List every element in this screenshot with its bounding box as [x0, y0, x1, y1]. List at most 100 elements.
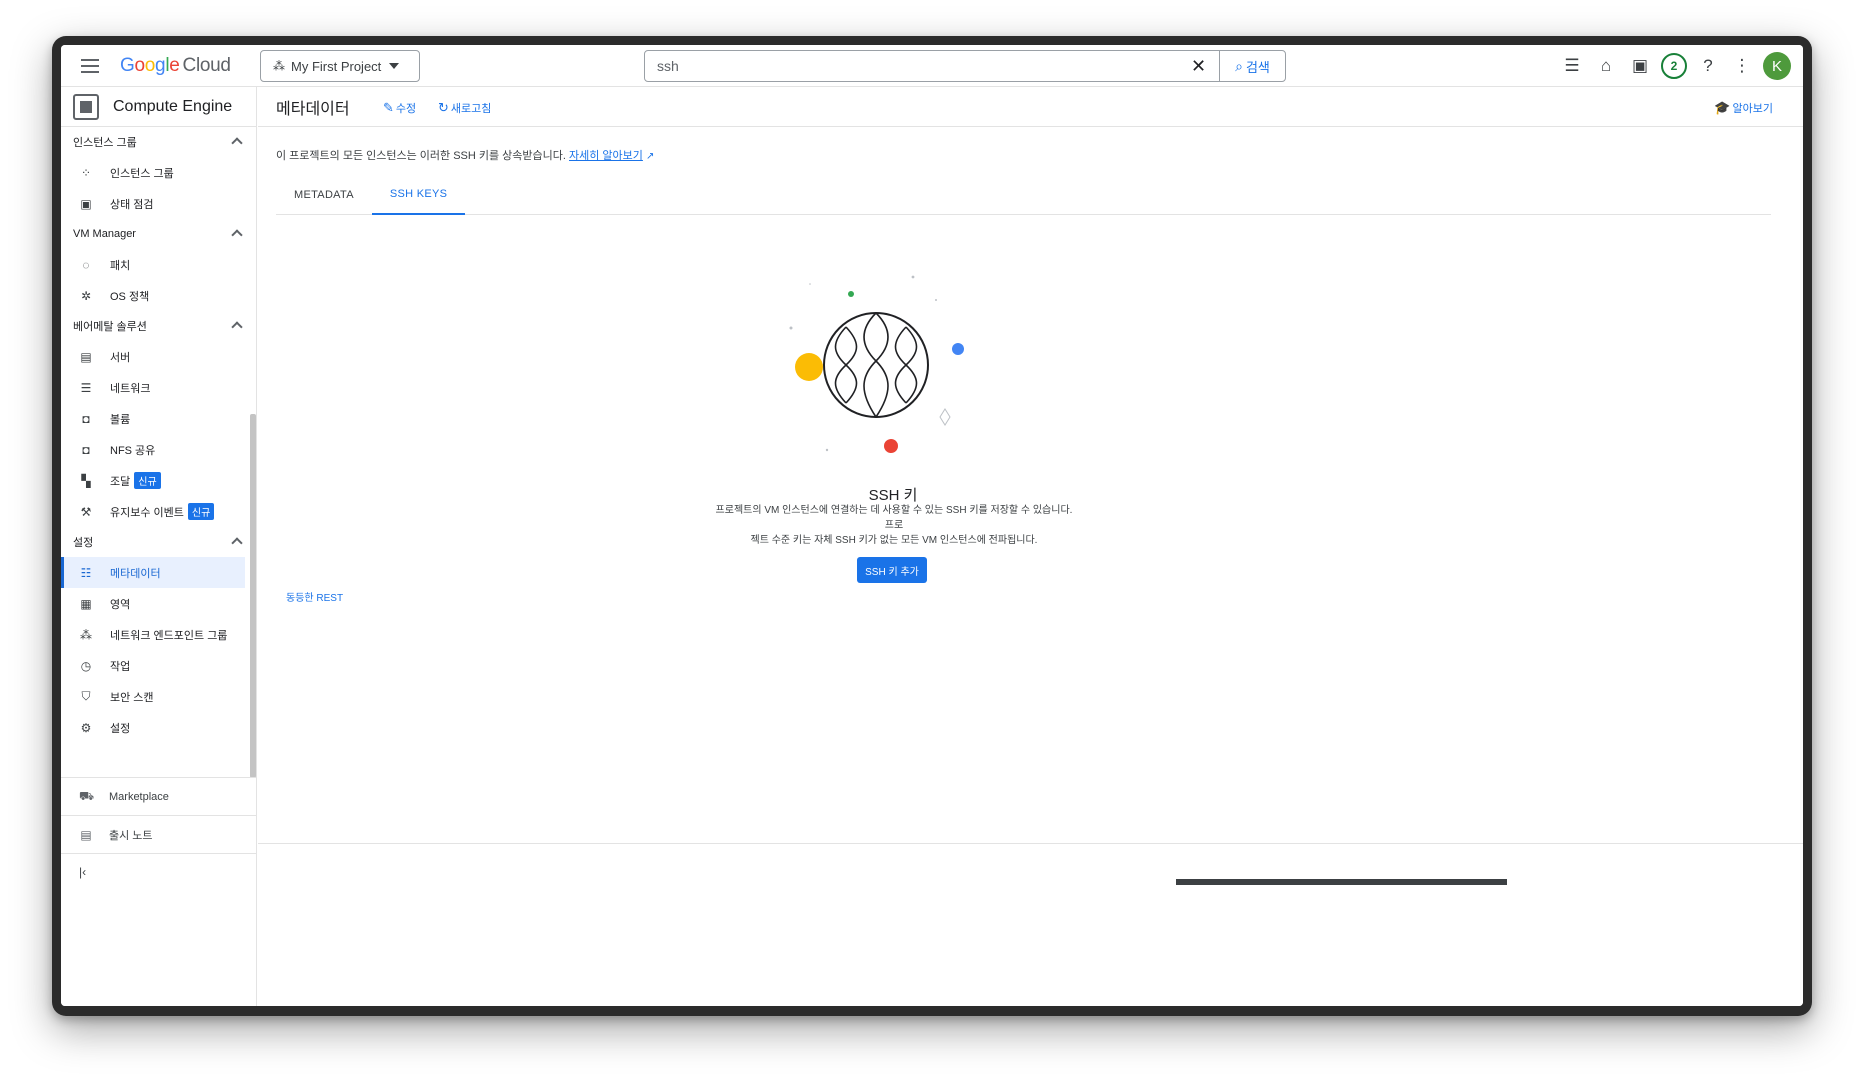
refresh-label: 새로고침 [450, 103, 492, 115]
notification-count: 2 [1661, 53, 1687, 79]
chevron-up-icon [231, 537, 243, 549]
section-label: 설정 [73, 537, 94, 549]
sidebar-item-servers[interactable]: ▤ 서버 [61, 341, 257, 372]
divider [258, 843, 1803, 844]
sidebar-item-label: 볼륨 [110, 413, 131, 426]
logo-letter: o [144, 55, 156, 76]
collapse-icon: |‹ [79, 864, 87, 879]
server-icon: ▤ [80, 349, 92, 364]
sidebar-item-label: 서버 [110, 351, 131, 364]
nfs-share-icon: ◘ [82, 442, 90, 457]
learn-more-link[interactable]: 자세히 알아보기 [569, 150, 643, 162]
tab-ssh-keys[interactable]: SSH KEYS [371, 175, 466, 215]
equivalent-rest-link[interactable]: 동등한 REST [286, 589, 343, 604]
sidebar-item-maintenance-events[interactable]: ⚒ 유지보수 이벤트 신규 [61, 496, 257, 527]
sidebar-item-zones[interactable]: ▦ 영역 [61, 588, 257, 619]
sidebar-item-networks[interactable]: ☰ 네트워크 [61, 372, 257, 403]
more-options-icon[interactable]: ⋮ [1725, 49, 1759, 83]
empty-state-description: 프로젝트의 VM 인스턴스에 연결하는 데 사용할 수 있는 SSH 키를 저장… [713, 503, 1075, 548]
section-label: 인스턴스 그룹 [73, 137, 137, 149]
sidebar-item-health-checks[interactable]: ▣ 상태 점검 [61, 188, 257, 219]
new-badge: 신규 [134, 472, 161, 489]
add-ssh-key-button[interactable]: SSH 키 추가 [857, 557, 927, 583]
info-message: 이 프로젝트의 모든 인스턴스는 이러한 SSH 키를 상속받습니다. [276, 150, 570, 162]
compute-engine-icon [73, 93, 99, 120]
endpoint-group-icon: ⁂ [80, 627, 92, 642]
sidebar-section-settings[interactable]: 설정 [61, 527, 257, 557]
instance-group-icon: ⁘ [80, 165, 92, 180]
sidebar-item-endpoint-groups[interactable]: ⁂ 네트워크 엔드포인트 그룹 [61, 619, 257, 650]
gift-icon[interactable]: ⌂ [1589, 49, 1623, 83]
refresh-icon: ↻ [438, 100, 449, 115]
sidebar-item-security-scans[interactable]: ⛉ 보안 스캔 [61, 681, 257, 712]
search-button-label: 검색 [1245, 59, 1270, 75]
sidebar-item-label: NFS 공유 [110, 444, 156, 457]
pencil-icon: ✎ [383, 100, 394, 115]
logo-letter: G [120, 55, 135, 76]
notifications-button[interactable]: 2 [1657, 49, 1691, 83]
school-icon: 🎓 [1714, 100, 1731, 115]
chevron-up-icon [231, 229, 243, 241]
edit-label: 수정 [395, 103, 417, 115]
sidebar-item-metadata[interactable]: ☷ 메타데이터 [61, 557, 245, 588]
sidebar-item-label: 인스턴스 그룹 [110, 167, 174, 180]
avatar[interactable]: K [1763, 52, 1791, 80]
main-content: 메타데이터 ✎ 수정 ↻ 새로고침 🎓 알아보기 이 프로젝트의 모든 인스턴스… [258, 87, 1803, 1006]
sidebar-item-operations[interactable]: ◷ 작업 [61, 650, 257, 681]
new-badge: 신규 [187, 503, 215, 520]
sidebar-item-nfs-shares[interactable]: ◘ NFS 공유 [61, 434, 257, 465]
sidebar-item-release-notes[interactable]: ▤ 출시 노트 [61, 815, 257, 853]
sidebar-section-bare-metal[interactable]: 베어메탈 솔루션 [61, 311, 257, 341]
metadata-icon: ☷ [80, 565, 92, 580]
zones-icon: ▦ [80, 596, 92, 611]
sidebar-item-settings[interactable]: ⚙ 설정 [61, 712, 257, 743]
project-picker[interactable]: ⁂ My First Project [260, 50, 420, 82]
sidebar-item-procurement[interactable]: ▚ 조달 신규 [61, 465, 257, 496]
project-icon: ⁂ [273, 59, 285, 73]
sidebar-item-label: 작업 [110, 660, 131, 673]
learn-button[interactable]: 🎓 알아보기 [1714, 100, 1773, 116]
refresh-button[interactable]: ↻ 새로고침 [438, 100, 491, 116]
section-label: 베어메탈 솔루션 [73, 321, 147, 333]
sidebar-item-volumes[interactable]: ◘ 볼륨 [61, 403, 257, 434]
sidebar-item-patch[interactable]: ◌ 패치 [61, 249, 257, 280]
sidebar-section-vm-manager[interactable]: VM Manager [61, 219, 257, 249]
google-cloud-logo[interactable]: Google Cloud [120, 55, 231, 77]
sidebar: Compute Engine 인스턴스 그룹 ⁘ 인스턴스 그룹 ▣ 상태 점검… [61, 87, 257, 1006]
wrench-icon: ⚒ [80, 504, 92, 519]
cloud-shell-icon[interactable]: ▣ [1623, 49, 1657, 83]
product-header[interactable]: Compute Engine [61, 87, 256, 127]
sidebar-item-label: 유지보수 이벤트 [110, 506, 184, 519]
tab-bar: METADATA SSH KEYS [276, 175, 1771, 215]
search-button[interactable]: ⌕ 검색 [1219, 51, 1285, 81]
bottom-scrollbar[interactable] [1176, 879, 1507, 885]
sidebar-item-label: 상태 점검 [110, 198, 154, 211]
shield-icon: ⛉ [81, 689, 91, 703]
sidebar-item-os-policies[interactable]: ✲ OS 정책 [61, 280, 257, 311]
learn-label: 알아보기 [1732, 103, 1773, 115]
sidebar-nav: 인스턴스 그룹 ⁘ 인스턴스 그룹 ▣ 상태 점검 VM Manager ◌ 패… [61, 127, 257, 743]
sidebar-item-label: 메타데이터 [110, 567, 161, 580]
search-input[interactable] [645, 51, 1205, 81]
page-header: 메타데이터 ✎ 수정 ↻ 새로고침 🎓 알아보기 [258, 87, 1803, 127]
help-icon[interactable]: ? [1691, 49, 1725, 83]
menu-icon[interactable] [79, 55, 101, 77]
page-title: 메타데이터 [276, 100, 350, 118]
tab-metadata[interactable]: METADATA [276, 175, 372, 215]
sidebar-scrollbar[interactable] [250, 414, 256, 778]
sidebar-item-instance-groups[interactable]: ⁘ 인스턴스 그룹 [61, 157, 257, 188]
description-line: 젝트 수준 키는 자체 SSH 키가 없는 모든 VM 인스턴스에 전파됩니다. [750, 535, 1038, 546]
chevron-up-icon [231, 321, 243, 333]
product-title: Compute Engine [113, 97, 233, 115]
sidebar-item-label: 보안 스캔 [110, 691, 154, 704]
notes-icon[interactable]: ☰ [1555, 49, 1589, 83]
cloud-console: GoogleCloud ⁂ My First Project ✕ ⌕ 검색 ☰ … [61, 45, 1803, 1006]
sidebar-item-label: 설정 [110, 722, 131, 735]
edit-button[interactable]: ✎ 수정 [383, 100, 416, 116]
collapse-sidebar-button[interactable]: |‹ [61, 853, 257, 889]
os-policy-icon: ✲ [80, 288, 92, 303]
clock-icon: ◷ [80, 658, 92, 673]
clear-search-icon[interactable]: ✕ [1191, 56, 1206, 77]
sidebar-section-instance-groups[interactable]: 인스턴스 그룹 [61, 127, 257, 157]
sidebar-item-marketplace[interactable]: ⛟ Marketplace [61, 777, 257, 815]
